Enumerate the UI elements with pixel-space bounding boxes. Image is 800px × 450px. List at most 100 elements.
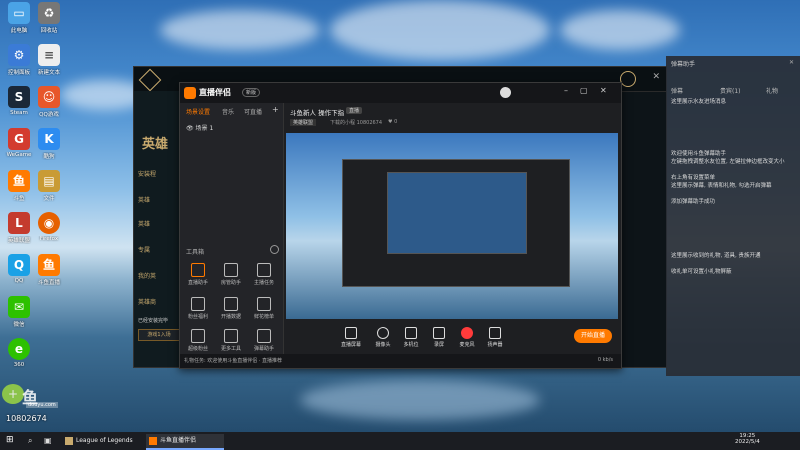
toolbox-settings-icon[interactable]: [270, 245, 279, 254]
lol-close-icon[interactable]: ✕: [652, 72, 660, 82]
taskbar-item-lol[interactable]: League of Legends: [62, 434, 156, 448]
stream-preview[interactable]: [286, 133, 618, 319]
tool-fan[interactable]: 超级粉丝: [183, 329, 213, 352]
tool-room-manager[interactable]: 房管助手: [216, 263, 246, 286]
desktop-icon-text-file[interactable]: ≡ 新建文本: [30, 44, 68, 76]
tab-live[interactable]: 可直播: [244, 107, 262, 116]
control-multi-cam[interactable]: 多机位: [400, 327, 422, 348]
lol-nav-item[interactable]: 专属: [138, 245, 178, 257]
lol-nav-item[interactable]: 英雄商: [138, 297, 178, 309]
screen-icon: [345, 327, 357, 339]
desktop-icon-douyu-live[interactable]: 鱼 斗鱼直播: [30, 254, 68, 286]
douyu-watermark: + 鱼 douyu.com 10802674: [2, 384, 62, 428]
camera-icon: [377, 327, 389, 339]
stream-title[interactable]: 斗鱼新人 操作下指: [290, 107, 344, 117]
tool-label: 开播数据: [220, 314, 241, 320]
lol-sidebar: 英雄 安装程 英雄 英雄 专属 我的英 英雄商 已经安装完毕 游戏1入场: [134, 91, 181, 367]
tool-danmu[interactable]: 弹幕助手: [249, 329, 279, 352]
maximize-icon[interactable]: ▢: [580, 86, 588, 95]
windows-start-icon[interactable]: ⊞: [6, 435, 14, 445]
tab-gifts[interactable]: 礼物: [766, 86, 778, 95]
control-speaker[interactable]: 扬声器: [484, 327, 506, 348]
watermark-room-id: 10802674: [6, 414, 47, 423]
category-badge[interactable]: 英雄联盟: [290, 119, 317, 126]
lol-nav-item[interactable]: 英雄: [138, 219, 178, 231]
tool-task[interactable]: 主播任务: [249, 263, 279, 286]
chat-line: 左键拖拽调整水友位置, 左键拉伸边框改变大小: [671, 159, 785, 165]
add-scene-icon[interactable]: +: [272, 105, 279, 114]
avatar[interactable]: [500, 87, 511, 98]
desktop-icon-folder[interactable]: ▤ 文件: [30, 170, 68, 202]
bitrate-readout: 0 kb/s: [597, 357, 613, 363]
control-mic[interactable]: 麦克风: [456, 327, 478, 348]
control-label: 麦克风: [459, 342, 475, 348]
tool-live-assist[interactable]: 直播助手: [183, 263, 213, 286]
control-record[interactable]: 录屏: [428, 327, 450, 348]
close-icon[interactable]: ✕: [600, 86, 607, 95]
tool-gift[interactable]: 粉丝福利: [183, 297, 213, 320]
chat-line: 添加弹幕助手成功: [671, 199, 716, 205]
control-label: 扬声器: [487, 342, 503, 348]
search-icon[interactable]: ⌕: [28, 436, 32, 446]
tab-vip[interactable]: 贵宾(1): [720, 86, 741, 95]
live-status-bar: 礼物任务: 欢迎使用斗鱼直播伴侣 · 直播推荐 0 kb/s: [180, 354, 621, 368]
stream-tag[interactable]: 直播: [346, 107, 363, 114]
recycle-bin-icon: ♻: [38, 2, 60, 24]
control-label: 摄像头: [375, 342, 391, 348]
desktop-icon-label: 酷狗: [43, 154, 55, 160]
scene-item[interactable]: 👁 场景 1: [186, 123, 213, 132]
minimize-icon[interactable]: –: [564, 86, 568, 95]
lol-nav-item[interactable]: 英雄: [138, 195, 178, 207]
tab-music[interactable]: 音乐: [222, 107, 234, 116]
file-explorer-icon[interactable]: ▣: [44, 436, 52, 445]
qq-icon: Q: [8, 254, 30, 276]
game-icon: ☺: [38, 86, 60, 108]
multi-cam-icon: [405, 327, 417, 339]
nested-preview-window: [342, 159, 570, 287]
live-titlebar: 直播伴侣 新版 – ▢ ✕: [180, 83, 621, 103]
control-camera[interactable]: 摄像头: [372, 327, 394, 348]
control-label: 录屏: [433, 342, 444, 348]
tab-danmu[interactable]: 弹幕: [671, 86, 683, 95]
tab-scene[interactable]: 场景设置: [186, 107, 210, 116]
lol-profile-icon[interactable]: [620, 71, 636, 87]
wegame-icon: G: [8, 128, 30, 150]
tool-more[interactable]: 更多工具: [216, 329, 246, 352]
folder-icon: ▤: [38, 170, 60, 192]
clock-date: 2022/5/4: [735, 439, 760, 445]
tool-label: 粉丝福利: [187, 314, 208, 320]
taskbar-item-label: League of Legends: [76, 437, 133, 444]
lol-icon: L: [8, 212, 30, 234]
tool-download[interactable]: 开播数据: [216, 297, 246, 320]
desktop-icon-wechat[interactable]: ✉ 微信: [0, 296, 38, 328]
computer-icon: ▭: [8, 2, 30, 24]
desktop-icon-label: Firefox: [39, 236, 59, 242]
desktop-icon-360[interactable]: e 360: [0, 338, 38, 368]
clock[interactable]: 19:25 2022/5/4: [735, 433, 760, 445]
desktop-icon-recycle-bin[interactable]: ♻ 回收站: [30, 2, 68, 34]
version-badge: 新版: [242, 88, 261, 97]
taskbar-item-douyu[interactable]: 斗鱼直播伴侣: [146, 434, 224, 450]
360-safe-icon: +: [2, 384, 24, 404]
control-screen[interactable]: 直播屏幕: [340, 327, 362, 348]
desktop-icon-game[interactable]: ☺ QQ游戏: [30, 86, 68, 118]
chat-line: 欢迎使用斗鱼弹幕助手: [671, 151, 727, 157]
360-icon: e: [8, 338, 30, 360]
danmu-helper-panel: 弹幕助手 ✕ 弹幕 贵宾(1) 礼物 这里展示水友进场消息 欢迎使用斗鱼弹幕助手…: [666, 56, 800, 376]
more-tools-icon: [224, 329, 238, 343]
desktop-icon-kugou[interactable]: K 酷狗: [30, 128, 68, 160]
chat-notice: 这里展示水友进场消息: [671, 99, 727, 105]
viewer-count-value: 0: [394, 119, 398, 125]
lol-status: 已经安装完毕: [138, 318, 169, 324]
lol-footer-button[interactable]: 游戏1入场: [138, 329, 180, 341]
record-icon: [433, 327, 445, 339]
douyu-icon: 鱼: [8, 170, 30, 192]
lol-nav-item[interactable]: 我的英: [138, 271, 178, 283]
chat-line: 右上角有设置菜单: [671, 175, 716, 181]
close-icon[interactable]: ✕: [789, 59, 794, 66]
desktop-icon-firefox[interactable]: ◉ Firefox: [30, 212, 68, 242]
start-live-button[interactable]: 开始直播: [574, 329, 612, 343]
lol-nav-item[interactable]: 安装程: [138, 169, 178, 181]
tool-rank[interactable]: 鲜花榜单: [249, 297, 279, 320]
viewer-count: ♥ 0: [388, 119, 398, 125]
